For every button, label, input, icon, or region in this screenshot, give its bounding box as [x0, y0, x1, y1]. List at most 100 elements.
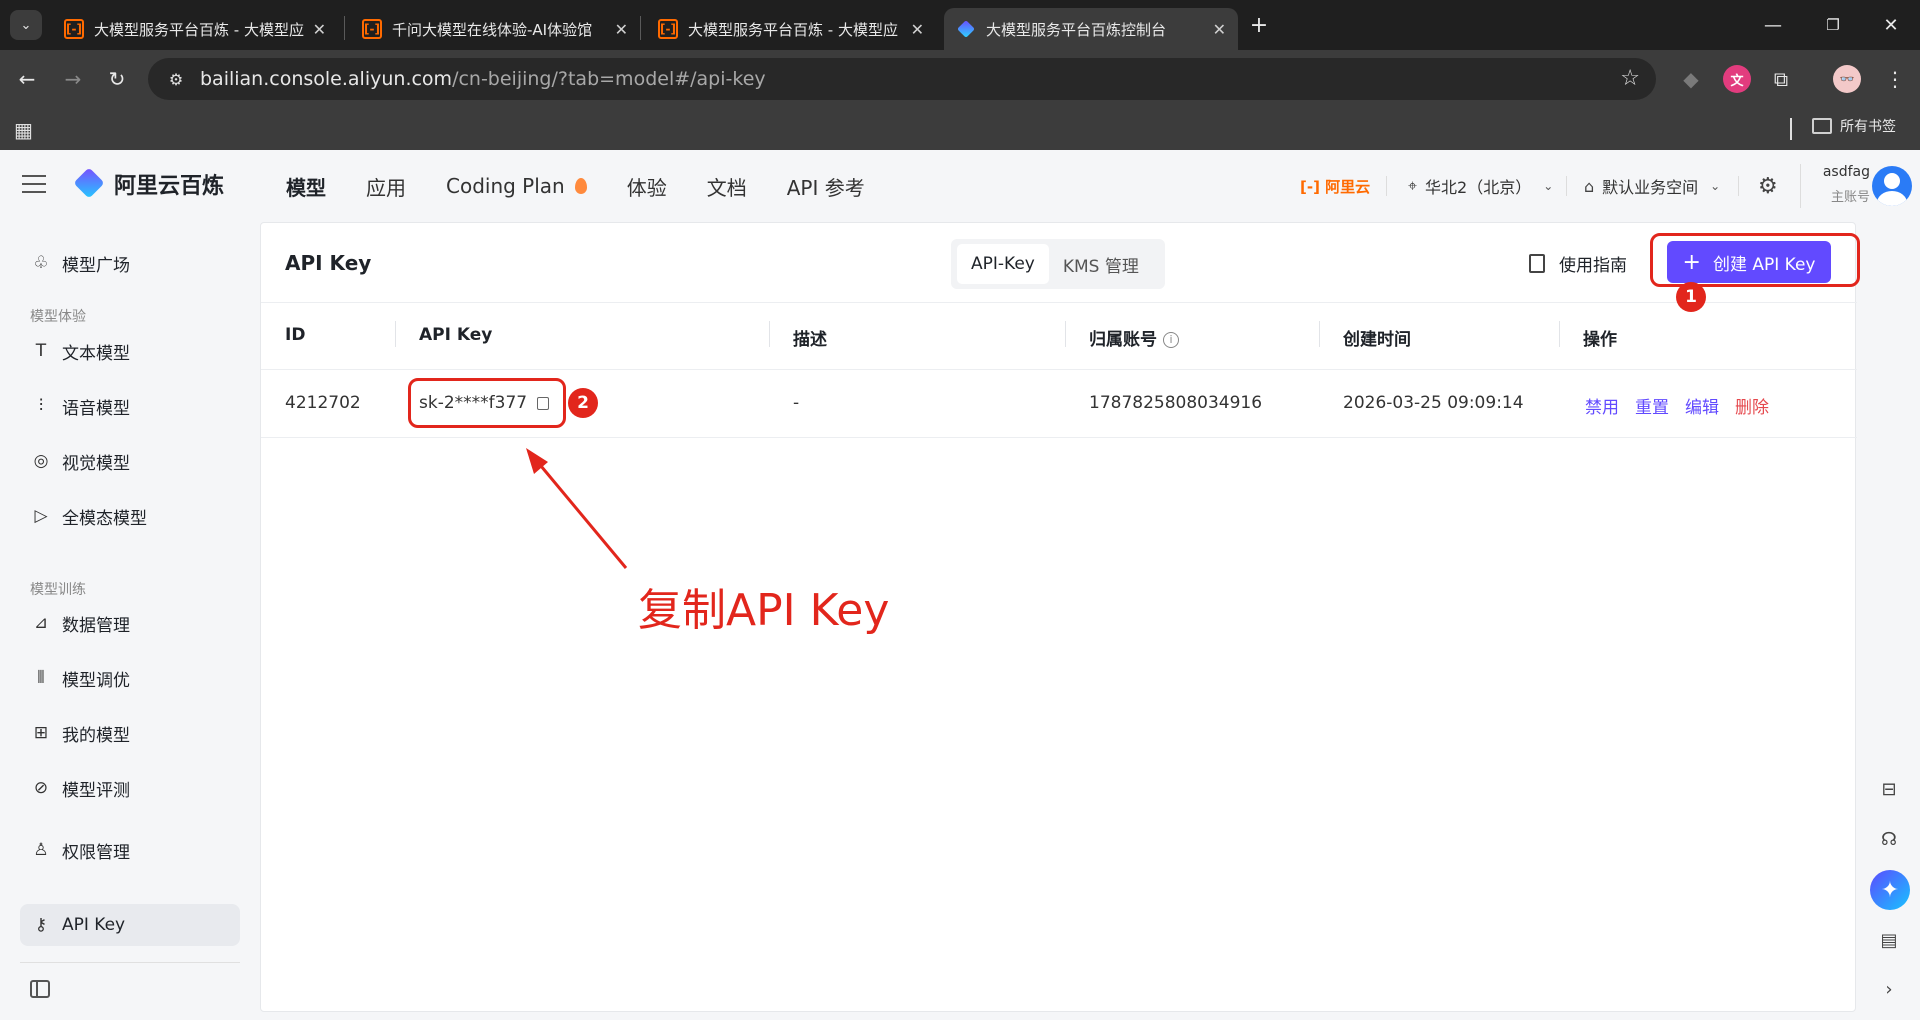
minimize-icon[interactable]: — [1758, 10, 1788, 40]
bookmark-star-icon[interactable]: ☆ [1620, 66, 1640, 91]
cell-account: 1787825808034916 [1089, 393, 1263, 413]
workspace-selector[interactable]: ⌂ 默认业务空间 ⌄ [1584, 150, 1720, 222]
nav-docs[interactable]: 文档 [707, 172, 747, 201]
extensions-puzzle-icon[interactable]: ⧉ [1766, 64, 1796, 94]
nav-app[interactable]: 应用 [366, 172, 406, 201]
gear-icon[interactable]: ⚙ [1758, 174, 1778, 199]
column-header-api-key: API Key [419, 325, 493, 345]
region-label: 华北2（北京） [1425, 178, 1532, 197]
sidebar-item-permissions[interactable]: ♙ 权限管理 [20, 829, 240, 871]
menu-icon[interactable] [22, 172, 46, 196]
sidebar-item-api-key[interactable]: ⚷ API Key [20, 904, 240, 946]
all-bookmarks-folder[interactable]: 所有书签 [1812, 116, 1896, 136]
header-divider [1800, 164, 1801, 208]
extension-red-icon[interactable]: 文 [1722, 64, 1752, 94]
sidebar-item-vision-model[interactable]: ◎ 视觉模型 [20, 440, 240, 482]
close-icon[interactable]: ✕ [911, 20, 924, 39]
ai-assistant-icon[interactable]: ✦ [1870, 870, 1910, 910]
brand[interactable]: 阿里云百炼 [73, 167, 224, 200]
url-path: /cn-beijing/?tab=model#/api-key [452, 68, 766, 90]
sidebar-item-model-square[interactable]: ♧ 模型广场 [20, 242, 240, 284]
nav-api-reference[interactable]: API 参考 [787, 172, 865, 201]
sidebar-item-data-management[interactable]: ⊿ 数据管理 [20, 602, 240, 644]
tab-divider [344, 16, 345, 40]
address-bar[interactable]: ⚙ bailian.console.aliyun.com/cn-beijing/… [148, 58, 1656, 100]
sidebar-item-label: 全模态模型 [62, 508, 147, 529]
sidebar-item-model-eval[interactable]: ⊘ 模型评测 [20, 767, 240, 809]
browser-menu-icon[interactable]: ⋮ [1880, 64, 1910, 94]
region-selector[interactable]: ⌖ 华北2（北京） ⌄ [1408, 150, 1553, 222]
cell-created: 2026-03-25 09:09:14 [1343, 393, 1524, 413]
aliyun-icon: [-] [658, 19, 678, 39]
new-tab-button[interactable]: + [1244, 10, 1274, 40]
extension-gray-icon[interactable]: ◆ [1676, 64, 1706, 94]
back-icon[interactable]: ← [12, 64, 42, 94]
table-row-line [261, 437, 1857, 438]
close-icon[interactable]: ✕ [313, 20, 326, 39]
close-icon[interactable]: ✕ [1213, 20, 1226, 39]
user-role: 主账号 [1830, 190, 1870, 205]
sidebar-item-omni-model[interactable]: ▷ 全模态模型 [20, 495, 240, 537]
annotation-box-api-key [408, 378, 566, 428]
tab-search-button[interactable]: ⌄ [10, 10, 42, 40]
home-icon: ⌂ [1584, 176, 1595, 196]
sliders-icon: ⫴ [37, 668, 45, 688]
forward-icon[interactable]: → [58, 64, 88, 94]
sidebar-item-model-tuning[interactable]: ⫴ 模型调优 [20, 657, 240, 699]
column-header-description: 描述 [793, 330, 827, 350]
profile-avatar-icon[interactable]: 👓 [1832, 64, 1862, 94]
sidebar-divider [20, 962, 240, 963]
user-info[interactable]: asdfag 主账号 [1814, 164, 1870, 205]
sidebar-item-text-model[interactable]: T 文本模型 [20, 330, 240, 372]
headset-icon[interactable]: ☊ [1874, 824, 1904, 854]
edit-link[interactable]: 编辑 [1685, 393, 1719, 418]
tab-api-key[interactable]: API-Key [957, 244, 1049, 284]
sidebar-item-audio-model[interactable]: ⫶ 语音模型 [20, 385, 240, 427]
disable-link[interactable]: 禁用 [1585, 393, 1619, 418]
notes-icon[interactable]: ▤ [1874, 925, 1904, 955]
sidebar: ♧ 模型广场 模型体验 T 文本模型 ⫶ 语音模型 ◎ 视觉模型 ▷ 全模态模型… [0, 222, 256, 1020]
info-icon[interactable]: i [1163, 332, 1179, 348]
table-header-line [261, 369, 1857, 370]
sidebar-section-title: 模型体验 [30, 309, 86, 325]
restore-icon[interactable]: ❐ [1818, 10, 1848, 40]
delete-link[interactable]: 删除 [1735, 393, 1769, 418]
browser-tab-active[interactable]: 大模型服务平台百炼控制台 ✕ [944, 8, 1238, 50]
browser-tab[interactable]: [-] 大模型服务平台百炼 - 大模型应 ✕ [646, 8, 936, 50]
browser-tab[interactable]: [-] 千问大模型在线体验-AI体验馆 ✕ [350, 8, 640, 50]
browser-tab[interactable]: [-] 大模型服务平台百炼 - 大模型应 ✕ [52, 8, 338, 50]
tab-kms[interactable]: KMS 管理 [1049, 244, 1153, 284]
column-header-actions: 操作 [1583, 330, 1617, 350]
nav-model[interactable]: 模型 [286, 172, 326, 201]
close-icon[interactable]: ✕ [615, 20, 628, 39]
sidebar-item-label: 模型评测 [62, 780, 130, 801]
chevron-down-icon: ⌄ [1710, 179, 1721, 193]
chevron-right-icon[interactable]: › [1874, 974, 1904, 1004]
model-square-icon: ♧ [33, 253, 49, 273]
site-info-icon[interactable]: ⚙ [162, 65, 190, 93]
reload-icon[interactable]: ↻ [102, 64, 132, 94]
window-close-icon[interactable]: ✕ [1876, 10, 1906, 40]
avatar[interactable] [1872, 166, 1912, 206]
workspace-label: 默认业务空间 [1602, 178, 1699, 197]
annotation-badge-2: 2 [568, 388, 598, 418]
header-divider [1738, 176, 1739, 196]
aliyun-logo[interactable]: [-] 阿里云 [1300, 176, 1370, 197]
column-divider [1559, 321, 1560, 347]
collapse-sidebar-icon[interactable] [30, 980, 50, 998]
top-nav: 模型 应用 Coding Plan 体验 文档 API 参考 [286, 150, 905, 222]
apps-grid-icon[interactable]: ▦ [14, 118, 33, 142]
url-text[interactable]: bailian.console.aliyun.com/cn-beijing/?t… [200, 68, 766, 90]
aliyun-label: 阿里云 [1325, 178, 1371, 196]
reset-link[interactable]: 重置 [1635, 393, 1669, 418]
grid-icon: ⊞ [33, 723, 49, 743]
gift-icon[interactable]: ⊟ [1874, 774, 1904, 804]
url-host: bailian.console.aliyun.com [200, 68, 453, 90]
header-divider [1566, 176, 1567, 196]
cell-description: - [793, 393, 800, 413]
usage-guide-link[interactable]: 使用指南 [1529, 251, 1627, 276]
sidebar-item-my-models[interactable]: ⊞ 我的模型 [20, 712, 240, 754]
nav-experience[interactable]: 体验 [627, 172, 667, 201]
nav-coding-plan[interactable]: Coding Plan [446, 174, 587, 198]
aliyun-icon: [-] [362, 19, 382, 39]
